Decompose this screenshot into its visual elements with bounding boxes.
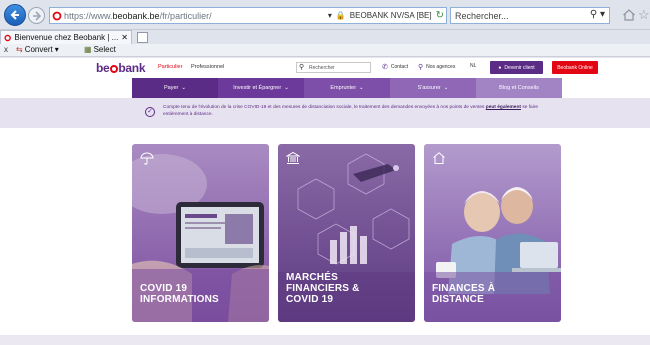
dropdown-icon[interactable]: ▾: [328, 11, 332, 20]
refresh-icon[interactable]: ↻: [436, 10, 444, 21]
contact-link[interactable]: ✆ Contact: [382, 63, 408, 71]
chevron-down-icon: ⌄: [359, 85, 364, 91]
favorites-star-icon[interactable]: ☆: [638, 7, 650, 23]
tab-strip: Bienvenue chez Beobank | ... ✕: [0, 30, 650, 44]
chevron-down-icon: ⌄: [181, 85, 186, 91]
address-bar[interactable]: https://www.beobank.be/fr/particulier/ ▾…: [49, 7, 447, 24]
card-title: FINANCES À DISTANCE: [432, 283, 496, 305]
nav-item-investir[interactable]: Investir et Épargner ⌄: [218, 78, 304, 98]
beobank-online-button[interactable]: Beobank Online: [552, 61, 598, 74]
new-tab-button[interactable]: [137, 32, 148, 43]
nav-item-sassurer[interactable]: S'assurer ⌄: [390, 78, 476, 98]
covid-notice-banner: ✓ Compte tenu de l'évolution de la crise…: [0, 98, 650, 128]
back-arrow-icon: [10, 10, 19, 20]
tab-favicon-icon: [4, 34, 11, 41]
search-icon: ⚲: [299, 64, 305, 71]
main-navigation: Payer ⌄ Investir et Épargner ⌄ Emprunter ⌄ …: [0, 78, 650, 98]
agencies-link[interactable]: ⚲ Nos agences: [418, 63, 455, 71]
segment-professionnel-link[interactable]: Professionnel: [191, 64, 224, 70]
address-url[interactable]: https://www.beobank.be/fr/particulier/: [64, 11, 212, 21]
nav-item-payer[interactable]: Payer ⌄: [132, 78, 218, 98]
footer-strip: [0, 335, 650, 345]
select-icon: ▦: [84, 45, 92, 54]
bank-icon: [286, 151, 300, 164]
umbrella-icon: [140, 152, 154, 165]
site-favicon-icon: [50, 8, 64, 23]
browser-search-input[interactable]: Rechercher... ⚲ ▾: [450, 7, 610, 24]
chevron-down-icon: ▾: [54, 45, 59, 54]
lock-icon[interactable]: 🔒: [336, 11, 346, 20]
forward-button[interactable]: [28, 7, 45, 24]
chevron-down-icon: ⌄: [284, 85, 289, 91]
site-header: be bank Particulier Professionnel ⚲ Reche…: [0, 58, 650, 78]
card-title: MARCHÉS FINANCIERS & COVID 19: [286, 272, 360, 305]
forward-arrow-icon: [32, 10, 41, 21]
phone-icon: ✆: [382, 64, 388, 71]
convert-icon: ⇆: [16, 45, 23, 54]
card-marches-financiers[interactable]: MARCHÉS FINANCIERS & COVID 19: [278, 144, 415, 322]
certificate-label[interactable]: BEOBANK NV/SA [BE]: [350, 11, 432, 20]
become-client-button[interactable]: ● Devenir client: [490, 61, 543, 74]
chevron-down-icon: ⌄: [443, 85, 449, 91]
notice-text: Compte tenu de l'évolution de la crise C…: [163, 105, 539, 117]
house-icon: [433, 152, 445, 164]
notice-link[interactable]: peut également: [486, 105, 521, 110]
browser-toolbar: https://www.beobank.be/fr/particulier/ ▾…: [0, 0, 650, 30]
convert-button[interactable]: ⇆ Convert ▾: [16, 45, 59, 54]
user-icon: ●: [498, 64, 502, 71]
segment-particulier-link[interactable]: Particulier: [158, 64, 182, 70]
nav-item-blog[interactable]: Blog et Conseils: [476, 78, 562, 98]
command-bar: x ⇆ Convert ▾ ▦ Select: [0, 44, 650, 57]
select-button[interactable]: ▦ Select: [84, 45, 116, 54]
card-title: COVID 19 INFORMATIONS: [140, 283, 219, 305]
close-toolbar-icon[interactable]: x: [4, 45, 8, 54]
cards-section: COVID 19 INFORMATIONS MARCHÉS FINANCIERS…: [0, 128, 650, 335]
card-covid-informations[interactable]: COVID 19 INFORMATIONS: [132, 144, 269, 322]
language-switch[interactable]: NL: [470, 63, 476, 69]
logo-circle-icon: [109, 65, 118, 73]
nav-item-emprunter[interactable]: Emprunter ⌄: [304, 78, 390, 98]
card-finances-a-distance[interactable]: FINANCES À DISTANCE: [424, 144, 561, 322]
beobank-logo[interactable]: be bank: [96, 61, 146, 75]
location-pin-icon: ⚲: [418, 64, 424, 71]
tab-close-icon[interactable]: ✕: [121, 33, 128, 42]
tab-active[interactable]: Bienvenue chez Beobank | ... ✕: [0, 30, 132, 44]
home-icon[interactable]: [622, 8, 636, 22]
back-button[interactable]: [4, 4, 26, 26]
check-circle-icon: ✓: [145, 107, 155, 117]
search-icon[interactable]: ⚲ ▾: [590, 9, 605, 20]
site-search-input[interactable]: ⚲ Rechercher: [296, 62, 371, 73]
